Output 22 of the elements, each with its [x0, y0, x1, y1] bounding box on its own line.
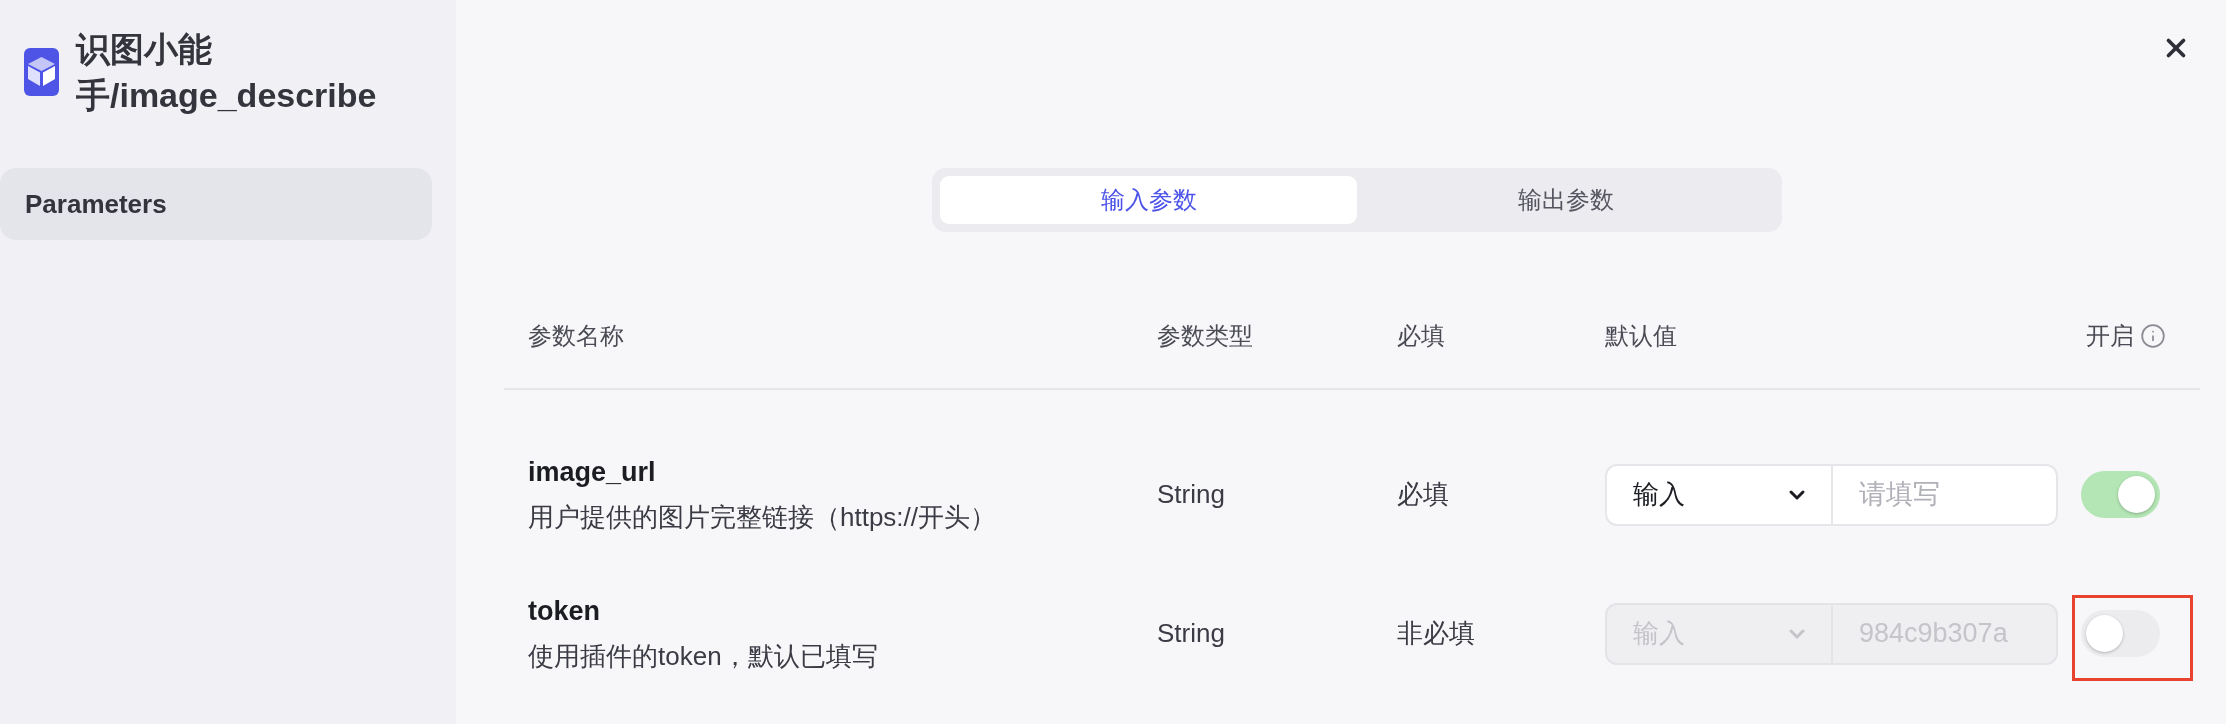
- parameter-type: String: [1157, 617, 1226, 650]
- parameter-description: 使用插件的token，默认已填写: [528, 639, 879, 673]
- parameter-type: String: [1157, 478, 1226, 511]
- source-select[interactable]: 输入: [1605, 463, 1833, 526]
- column-header: 默认值: [1605, 322, 1678, 350]
- default-value-field[interactable]: 请填写: [1833, 463, 2058, 526]
- column-header: 必填: [1397, 322, 1446, 350]
- tab[interactable]: 输出参数: [1357, 176, 1774, 224]
- info-icon[interactable]: [2140, 323, 2166, 349]
- parameter-description: 用户提供的图片完整链接（https://开头）: [528, 500, 998, 534]
- cube-logo-icon: [24, 48, 59, 96]
- column-header: 参数名称: [528, 322, 625, 350]
- toggle-switch[interactable]: [2081, 471, 2160, 518]
- required-label: 必填: [1397, 478, 1450, 511]
- parameter-name: image_url: [528, 455, 657, 489]
- tab[interactable]: 输入参数: [940, 176, 1357, 224]
- parameter-name: token: [528, 594, 601, 628]
- required-label: 非必填: [1397, 617, 1476, 650]
- sidebar-item[interactable]: Parameters: [0, 168, 432, 240]
- plugin-title: 识图小能手/image_describe: [76, 29, 378, 116]
- column-header: 参数类型: [1157, 322, 1254, 350]
- column-header: 开启: [2086, 322, 2134, 350]
